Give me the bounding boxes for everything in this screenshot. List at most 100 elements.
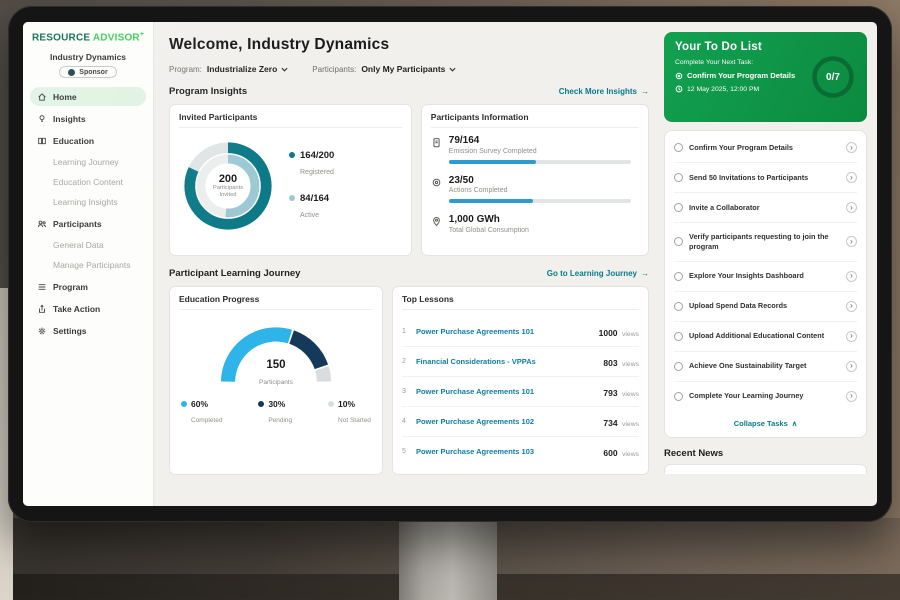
legend-not-started: 10%Not Started: [328, 399, 371, 427]
task-achieve-sustainability-target[interactable]: Achieve One Sustainability Target ›: [674, 352, 857, 382]
learning-cards-row: Education Progress 150 Participants: [169, 286, 649, 475]
brand-secondary: ADVISOR: [93, 32, 140, 43]
todo-panel: Your To Do List Complete Your Next Task:…: [661, 22, 877, 506]
lesson-link[interactable]: Power Purchase Agreements 101: [416, 327, 592, 336]
action-upload-icon: [37, 304, 47, 314]
legend-active: 84/164 Active: [289, 193, 334, 222]
sidebar-item-learning-journey[interactable]: Learning Journey: [30, 153, 146, 171]
sponsor-icon: [68, 69, 75, 76]
chevron-right-icon[interactable]: ›: [846, 271, 857, 282]
task-send-invitations[interactable]: Send 50 Invitations to Participants ›: [674, 163, 857, 193]
legend-pending: 30%Pending: [258, 399, 292, 427]
task-complete-learning-journey[interactable]: Complete Your Learning Journey ›: [674, 382, 857, 411]
sidebar-item-home[interactable]: Home: [30, 87, 146, 106]
sponsor-label: Sponsor: [79, 69, 107, 76]
chevron-right-icon[interactable]: ›: [846, 391, 857, 402]
checkbox[interactable]: [674, 272, 683, 281]
participants-filter: Participants: Only My Participants: [312, 64, 456, 74]
legend-completed: 60%Completed: [181, 399, 222, 427]
todo-tasks-card: Confirm Your Program Details › Send 50 I…: [664, 130, 867, 438]
legend-registered: 164/200 Registered: [289, 150, 334, 179]
nav-label: Program: [53, 282, 88, 292]
checkbox[interactable]: [674, 143, 683, 152]
chevron-right-icon[interactable]: ›: [846, 172, 857, 183]
go-to-learning-journey-link[interactable]: Go to Learning Journey →: [547, 269, 649, 278]
chevron-right-icon[interactable]: ›: [846, 361, 857, 372]
chevron-down-icon: [449, 67, 456, 72]
lesson-link[interactable]: Power Purchase Agreements 101: [416, 387, 596, 396]
chevron-right-icon[interactable]: ›: [846, 301, 857, 312]
card-title: Participants Information: [431, 112, 639, 128]
sidebar-item-manage-participants[interactable]: Manage Participants: [30, 256, 146, 274]
recent-news-header: Recent News: [664, 448, 867, 459]
education-progress-card: Education Progress 150 Participants: [169, 286, 383, 475]
card-title: Education Progress: [179, 294, 373, 310]
participants-select-value: Only My Participants: [361, 64, 445, 74]
todo-summary-card: Your To Do List Complete Your Next Task:…: [664, 32, 867, 122]
lesson-link[interactable]: Power Purchase Agreements 102: [416, 417, 596, 426]
task-verify-participants[interactable]: Verify participants requesting to join t…: [674, 223, 857, 262]
clock-icon: [675, 85, 683, 93]
brand-logo: RESOURCE ADVISOR+: [30, 31, 146, 43]
arrow-right-icon: →: [641, 269, 649, 278]
invited-donut-chart: 200 Participants Invited: [179, 137, 277, 235]
nav-label: Participants: [53, 219, 102, 229]
sidebar-item-program[interactable]: Program: [30, 277, 146, 296]
gauge-center-value: 150: [210, 359, 342, 371]
collapse-tasks-button[interactable]: Collapse Tasks ∧: [674, 411, 857, 437]
checkbox[interactable]: [674, 237, 683, 246]
sidebar-item-general-data[interactable]: General Data: [30, 236, 146, 254]
monitor-stand: [399, 520, 497, 600]
chevron-down-icon: [281, 67, 288, 72]
lightbulb-icon: [37, 114, 47, 124]
top-lessons-card: Top Lessons 1 Power Purchase Agreements …: [392, 286, 649, 475]
checkbox[interactable]: [674, 302, 683, 311]
checkbox[interactable]: [674, 203, 683, 212]
invited-participants-card: Invited Participants 200: [169, 104, 412, 256]
nav-label: Insights: [53, 114, 86, 124]
todo-progress-value: 0/7: [810, 54, 856, 100]
lesson-link[interactable]: Financial Considerations - VPPAs: [416, 357, 596, 366]
program-select[interactable]: Industrialize Zero: [207, 64, 288, 74]
gauge-center-label: Participants: [259, 379, 293, 386]
checkbox[interactable]: [674, 332, 683, 341]
sidebar-item-settings[interactable]: Settings: [30, 321, 146, 340]
chevron-right-icon[interactable]: ›: [846, 236, 857, 247]
task-explore-insights[interactable]: Explore Your Insights Dashboard ›: [674, 262, 857, 292]
sidebar-item-education-content[interactable]: Education Content: [30, 173, 146, 191]
actions-progress-bar: [449, 199, 632, 203]
learning-journey-header: Participant Learning Journey Go to Learn…: [169, 268, 649, 279]
check-more-insights-link[interactable]: Check More Insights →: [559, 87, 649, 96]
nav-label: Home: [53, 92, 77, 102]
chevron-right-icon[interactable]: ›: [846, 331, 857, 342]
participants-select[interactable]: Only My Participants: [361, 64, 456, 74]
task-upload-spend-data[interactable]: Upload Spend Data Records ›: [674, 292, 857, 322]
organization-name: Industry Dynamics: [30, 52, 146, 62]
checkbox[interactable]: [674, 362, 683, 371]
section-title-program-insights: Program Insights: [169, 86, 247, 97]
lesson-link[interactable]: Power Purchase Agreements 103: [416, 447, 596, 456]
task-invite-collaborator[interactable]: Invite a Collaborator ›: [674, 193, 857, 223]
task-upload-educational-content[interactable]: Upload Additional Educational Content ›: [674, 322, 857, 352]
chevron-right-icon[interactable]: ›: [846, 202, 857, 213]
sidebar-item-take-action[interactable]: Take Action: [30, 299, 146, 318]
sidebar-item-education[interactable]: Education: [30, 131, 146, 150]
clipboard-icon: [431, 137, 442, 148]
arrow-right-icon: →: [641, 87, 649, 96]
card-title: Invited Participants: [179, 112, 402, 128]
checkbox[interactable]: [674, 392, 683, 401]
sidebar-item-insights[interactable]: Insights: [30, 109, 146, 128]
emission-survey-stat: 79/164 Emission Survey Completed: [431, 135, 639, 164]
recent-news-card: [664, 464, 867, 474]
section-title-learning-journey: Participant Learning Journey: [169, 268, 300, 279]
target-icon: [431, 177, 442, 188]
education-gauge-chart: 150 Participants: [210, 317, 342, 389]
todo-next-task: Confirm Your Program Details: [675, 71, 805, 80]
lesson-row: 3 Power Purchase Agreements 101 793 view…: [402, 377, 639, 407]
chevron-right-icon[interactable]: ›: [846, 142, 857, 153]
checkbox[interactable]: [674, 173, 683, 182]
sidebar-item-participants[interactable]: Participants: [30, 214, 146, 233]
task-confirm-program-details[interactable]: Confirm Your Program Details ›: [674, 133, 857, 163]
brand-primary: RESOURCE: [32, 32, 90, 43]
sidebar-item-learning-insights[interactable]: Learning Insights: [30, 193, 146, 211]
